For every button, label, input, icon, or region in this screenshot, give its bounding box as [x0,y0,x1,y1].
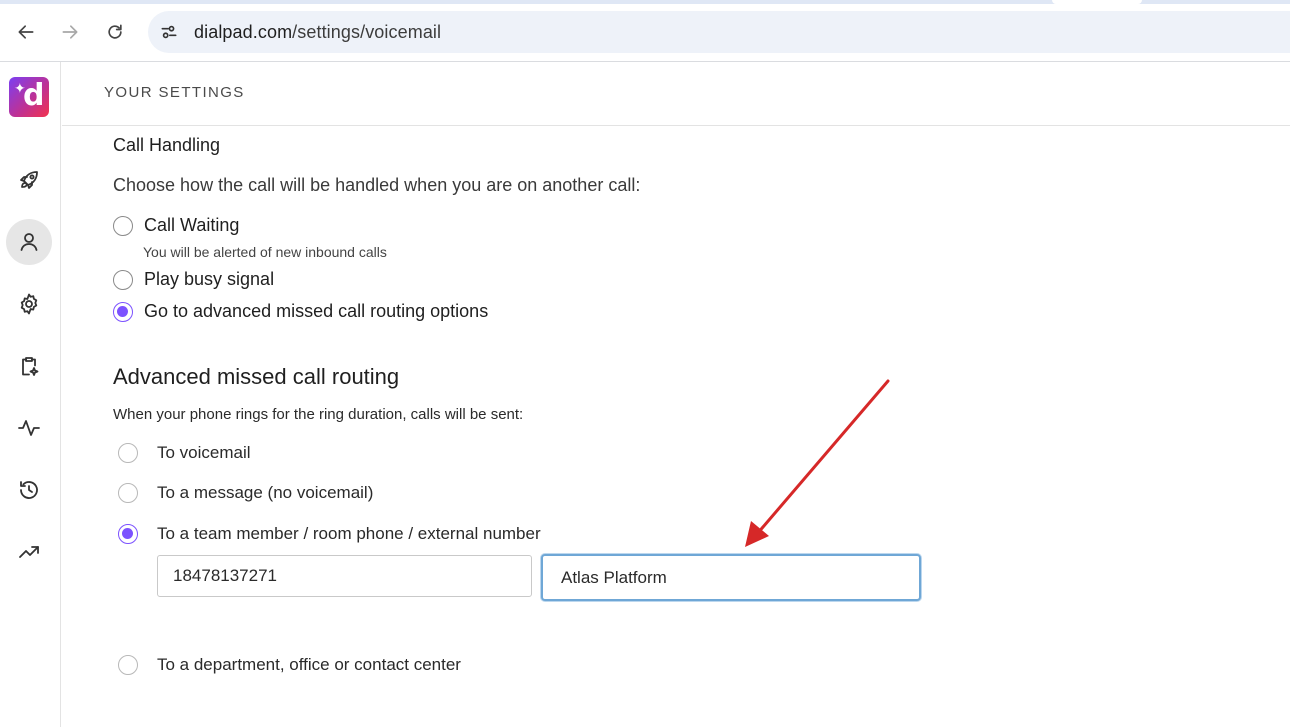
call-handling-prompt: Choose how the call will be handled when… [113,175,641,195]
person-icon [20,233,38,251]
tab-strip [0,0,1290,4]
radio-to-voicemail[interactable] [118,443,138,463]
option-label: To a team member / room phone / external… [157,524,541,543]
nav-your-settings[interactable] [6,219,52,265]
radio-play-busy-signal[interactable] [113,269,133,290]
nav-get-started[interactable] [6,157,52,203]
nav-trends[interactable] [6,529,52,575]
call-handling-label: Call Handling [113,135,221,155]
forward-button[interactable] [56,18,84,46]
settings-header: YOUR SETTINGS [62,62,1290,126]
history-icon [20,481,38,499]
option-label: To voicemail [157,443,251,462]
option-play-busy-signal[interactable]: Play busy signal [113,269,274,290]
radio-to-team-member[interactable] [118,524,138,544]
radio-to-department[interactable] [118,655,138,675]
advanced-routing-title: Advanced missed call routing [113,364,400,389]
gear-icon [20,293,38,315]
option-call-waiting[interactable]: Call Waiting [113,215,239,236]
option-label: Go to advanced missed call routing optio… [144,301,489,321]
tune-icon [161,25,177,39]
option-label: To a message (no voicemail) [157,483,374,502]
route-to-department[interactable]: To a department, office or contact cente… [118,655,461,675]
rocket-icon [20,171,38,189]
route-to-voicemail[interactable]: To voicemail [118,443,251,463]
nav-ai-recap[interactable] [6,343,52,389]
trending-up-icon [19,546,39,558]
clipboard-sparkle-icon [22,357,39,376]
pulse-icon [18,420,40,436]
nav-history[interactable] [6,467,52,513]
option-label: To a department, office or contact cente… [157,655,461,674]
browser-toolbar: dialpad.com/settings/voicemail [0,0,1290,62]
back-button[interactable] [12,18,40,46]
nav-admin-settings[interactable] [6,281,52,327]
page-title: YOUR SETTINGS [104,84,245,101]
option-advanced-routing[interactable]: Go to advanced missed call routing optio… [113,301,488,322]
option-label: Play busy signal [144,269,275,289]
url-host: dialpad.com [194,22,293,42]
url-text: dialpad.com/settings/voicemail [194,22,441,43]
site-info-button[interactable] [158,21,180,43]
left-nav-rail: ✦ d [0,62,61,727]
contact-name-input[interactable] [541,554,921,601]
logo-glyph: d [23,78,45,113]
arrow-right-icon [62,25,78,39]
radio-advanced-routing[interactable] [113,301,133,322]
option-label: Call Waiting [144,215,240,235]
external-number-input[interactable] [157,555,532,597]
reload-button[interactable] [101,18,129,46]
address-bar[interactable]: dialpad.com/settings/voicemail [148,11,1290,53]
call-waiting-help-text: You will be alerted of new inbound calls [143,244,387,260]
url-path: /settings/voicemail [292,22,442,42]
arrow-left-icon [18,25,34,39]
route-to-team-member[interactable]: To a team member / room phone / external… [118,524,541,544]
advanced-routing-description: When your phone rings for the ring durat… [113,406,524,423]
radio-call-waiting[interactable] [113,215,133,236]
reload-icon [108,24,122,39]
dialpad-logo[interactable]: ✦ d [9,77,49,117]
route-to-message[interactable]: To a message (no voicemail) [118,483,373,503]
radio-to-message[interactable] [118,483,138,503]
nav-analytics[interactable] [6,405,52,451]
